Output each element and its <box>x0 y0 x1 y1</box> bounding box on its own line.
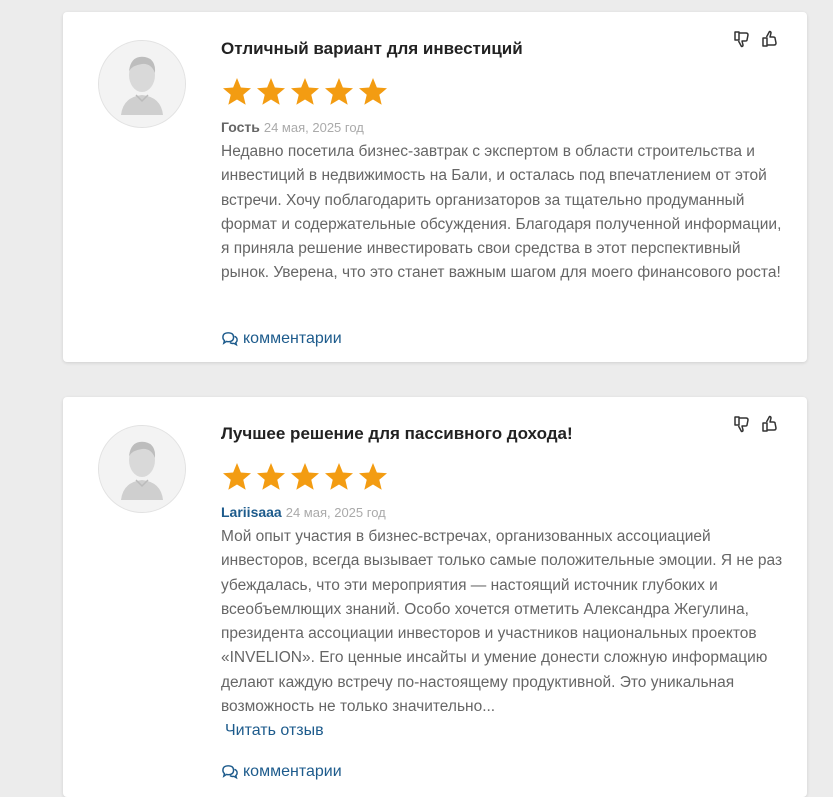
review-author-link[interactable]: Lariisaaa <box>221 504 282 520</box>
thumbs-up-icon[interactable] <box>761 30 779 48</box>
star-icon <box>359 78 387 105</box>
review-text: Недавно посетила бизнес-завтрак с экспер… <box>221 143 782 282</box>
star-rating <box>221 76 389 108</box>
thumbs-up-icon[interactable] <box>761 415 779 433</box>
comments-link[interactable]: комментарии <box>221 763 342 781</box>
review-card: Лучшее решение для пассивного дохода! La… <box>63 397 807 797</box>
review-text: Мой опыт участия в бизнес-встречах, орга… <box>221 528 783 716</box>
star-icon <box>291 78 319 105</box>
avatar <box>98 425 186 513</box>
star-icon <box>291 463 319 490</box>
comments-link[interactable]: комментарии <box>221 330 342 348</box>
review-card: Отличный вариант для инвестиций Гость 24 … <box>63 12 807 362</box>
review-author: Гость <box>221 119 260 135</box>
star-icon <box>257 78 285 105</box>
review-date: 24 мая, 2025 год <box>263 120 364 135</box>
review-meta: Lariisaaa 24 мая, 2025 год <box>221 504 386 520</box>
star-icon <box>359 463 387 490</box>
star-icon <box>325 78 353 105</box>
comments-label: комментарии <box>243 330 342 347</box>
star-icon <box>223 78 251 105</box>
vote-buttons <box>733 30 779 48</box>
star-icon <box>325 463 353 490</box>
vote-buttons <box>733 415 779 433</box>
star-icon <box>257 463 285 490</box>
comments-label: комментарии <box>243 763 342 780</box>
review-meta: Гость 24 мая, 2025 год <box>221 119 364 135</box>
review-title: Лучшее решение для пассивного дохода! <box>221 424 573 443</box>
thumbs-down-icon[interactable] <box>733 30 751 48</box>
avatar <box>98 40 186 128</box>
review-title: Отличный вариант для инвестиций <box>221 39 523 58</box>
star-rating <box>221 461 389 493</box>
star-icon <box>223 463 251 490</box>
comments-icon <box>222 332 238 347</box>
comments-icon <box>222 765 238 780</box>
thumbs-down-icon[interactable] <box>733 415 751 433</box>
avatar-placeholder-icon <box>99 41 185 127</box>
read-review-link[interactable]: Читать отзыв <box>225 722 324 740</box>
review-date: 24 мая, 2025 год <box>285 505 386 520</box>
avatar-placeholder-icon <box>99 426 185 512</box>
